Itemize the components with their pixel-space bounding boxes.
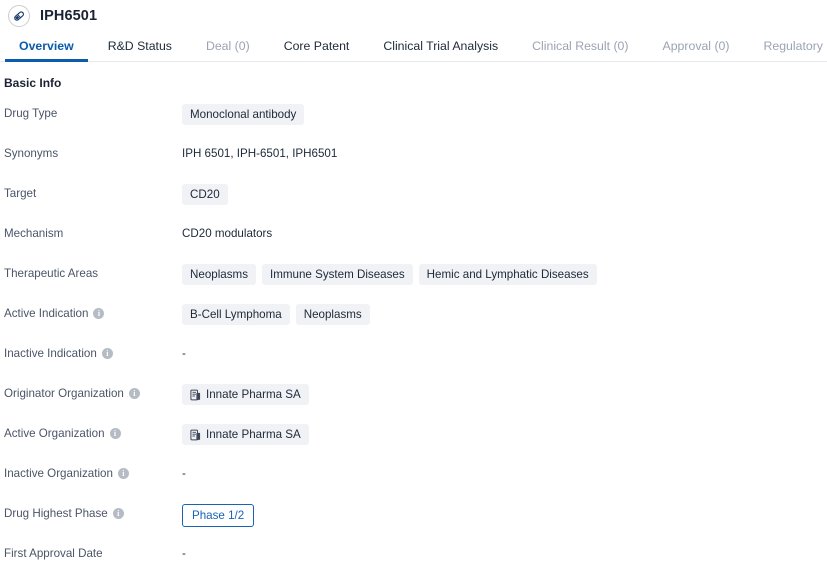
row-value-mechanism: CD20 modulators xyxy=(182,224,827,244)
tab-deal[interactable]: Deal (0) xyxy=(189,39,267,61)
info-row-inactive-organization: Inactive Organization i - xyxy=(0,464,827,504)
value-chip[interactable]: Neoplasms xyxy=(295,304,370,325)
value-chip[interactable]: Monoclonal antibody xyxy=(182,104,305,125)
row-label-inactive-indication: Inactive Indication i xyxy=(0,344,182,361)
row-label-text: Drug Highest Phase xyxy=(4,507,108,520)
info-icon[interactable]: i xyxy=(128,388,140,399)
value-chip-label: Monoclonal antibody xyxy=(190,108,297,121)
empty-value: - xyxy=(182,467,186,480)
info-row-mechanism: Mechanism CD20 modulators xyxy=(0,224,827,264)
tab-regulatory-review[interactable]: Regulatory Review (0) xyxy=(746,39,827,61)
row-label-text: Inactive Organization xyxy=(4,467,113,480)
value-text: CD20 modulators xyxy=(182,227,273,240)
row-label-text: Mechanism xyxy=(4,227,64,240)
organization-chip-label: Innate Pharma SA xyxy=(206,428,301,441)
row-label-text: Inactive Indication xyxy=(4,347,97,360)
row-value-originator-organization: Innate Pharma SA xyxy=(182,384,827,405)
row-label-target: Target xyxy=(0,184,182,201)
empty-value: - xyxy=(182,347,186,360)
tab-core-patent[interactable]: Core Patent xyxy=(267,39,367,61)
value-chip[interactable]: Neoplasms xyxy=(182,264,256,285)
drug-overview-page: IPH6501 Overview R&D Status Deal (0) Cor… xyxy=(0,0,827,576)
tab-bar: Overview R&D Status Deal (0) Core Patent… xyxy=(0,32,827,62)
row-label-text: First Approval Date xyxy=(4,547,103,560)
value-chip-label: CD20 xyxy=(190,188,220,201)
info-row-inactive-indication: Inactive Indication i - xyxy=(0,344,827,384)
organization-chip[interactable]: Innate Pharma SA xyxy=(182,424,309,445)
info-row-active-organization: Active Organization i Innate Pharma SA xyxy=(0,424,827,464)
organization-chip-label: Innate Pharma SA xyxy=(206,388,301,401)
value-chip[interactable]: B-Cell Lymphoma xyxy=(182,304,290,325)
info-row-target: Target CD20 xyxy=(0,184,827,224)
value-chip[interactable]: CD20 xyxy=(182,184,228,205)
info-row-therapeutic-areas: Therapeutic Areas Neoplasms Immune System … xyxy=(0,264,827,304)
value-chip-label: B-Cell Lymphoma xyxy=(190,308,282,321)
info-row-first-approval-date: First Approval Date - xyxy=(0,544,827,576)
tab-approval[interactable]: Approval (0) xyxy=(646,39,747,61)
row-value-first-approval-date: - xyxy=(182,544,827,564)
basic-info-rows: Drug Type Monoclonal antibody Synonyms IPH … xyxy=(0,104,827,576)
info-row-drug-type: Drug Type Monoclonal antibody xyxy=(0,104,827,144)
row-value-inactive-organization: - xyxy=(182,464,827,484)
row-label-first-approval-date: First Approval Date xyxy=(0,544,182,561)
row-value-drug-type: Monoclonal antibody xyxy=(182,104,827,125)
info-icon[interactable]: i xyxy=(101,348,113,359)
value-chip-label: Neoplasms xyxy=(303,308,362,321)
info-row-drug-highest-phase: Drug Highest Phase i Phase 1/2 xyxy=(0,504,827,544)
row-label-active-indication: Active Indication i xyxy=(0,304,182,321)
row-label-active-organization: Active Organization i xyxy=(0,424,182,441)
row-label-mechanism: Mechanism xyxy=(0,224,182,241)
row-value-therapeutic-areas: Neoplasms Immune System Diseases Hemic and… xyxy=(182,264,827,285)
info-icon[interactable]: i xyxy=(112,508,124,519)
row-label-text: Target xyxy=(4,187,37,200)
info-icon[interactable]: i xyxy=(93,308,105,319)
row-value-inactive-indication: - xyxy=(182,344,827,364)
row-label-text: Active Indication xyxy=(4,307,89,320)
building-icon xyxy=(190,389,201,401)
row-label-text: Therapeutic Areas xyxy=(4,267,99,280)
empty-value: - xyxy=(182,547,186,560)
info-row-originator-organization: Originator Organization i Innate Pharma SA xyxy=(0,384,827,424)
phase-badge[interactable]: Phase 1/2 xyxy=(182,504,255,527)
phase-badge-label: Phase 1/2 xyxy=(192,509,245,522)
row-label-originator-organization: Originator Organization i xyxy=(0,384,182,401)
section-title-basic-info: Basic Info xyxy=(4,76,62,90)
row-value-target: CD20 xyxy=(182,184,827,205)
row-label-text: Active Organization xyxy=(4,427,105,440)
page-header: IPH6501 xyxy=(0,0,827,32)
organization-chip[interactable]: Innate Pharma SA xyxy=(182,384,309,405)
overview-body: Basic Info Drug Type Monoclonal antibody S… xyxy=(0,62,827,576)
info-icon[interactable]: i xyxy=(109,428,121,439)
building-icon xyxy=(190,429,201,441)
info-icon[interactable]: i xyxy=(117,468,129,479)
row-label-inactive-organization: Inactive Organization i xyxy=(0,464,182,481)
tab-rd-status[interactable]: R&D Status xyxy=(91,39,189,61)
row-value-drug-highest-phase: Phase 1/2 xyxy=(182,504,827,527)
row-value-synonyms: IPH 6501, IPH-6501, IPH6501 xyxy=(182,144,827,164)
value-chip-label: Immune System Diseases xyxy=(270,268,405,281)
row-label-therapeutic-areas: Therapeutic Areas xyxy=(0,264,182,281)
info-row-synonyms: Synonyms IPH 6501, IPH-6501, IPH6501 xyxy=(0,144,827,184)
row-label-synonyms: Synonyms xyxy=(0,144,182,161)
row-label-text: Synonyms xyxy=(4,147,59,160)
page-title: IPH6501 xyxy=(40,8,98,24)
row-label-text: Originator Organization xyxy=(4,387,124,400)
value-chip[interactable]: Hemic and Lymphatic Diseases xyxy=(418,264,597,285)
row-label-text: Drug Type xyxy=(4,107,58,120)
capsule-icon xyxy=(8,5,30,27)
info-row-active-indication: Active Indication i B-Cell Lymphoma Neoplas… xyxy=(0,304,827,344)
value-chip[interactable]: Immune System Diseases xyxy=(262,264,413,285)
tab-overview[interactable]: Overview xyxy=(2,39,91,62)
row-label-drug-highest-phase: Drug Highest Phase i xyxy=(0,504,182,521)
value-text: IPH 6501, IPH-6501, IPH6501 xyxy=(182,147,338,160)
row-value-active-indication: B-Cell Lymphoma Neoplasms xyxy=(182,304,827,325)
tab-clinical-trial-analysis[interactable]: Clinical Trial Analysis xyxy=(366,39,515,61)
value-chip-label: Hemic and Lymphatic Diseases xyxy=(426,268,589,281)
row-label-drug-type: Drug Type xyxy=(0,104,182,121)
value-chip-label: Neoplasms xyxy=(190,268,248,281)
row-value-active-organization: Innate Pharma SA xyxy=(182,424,827,445)
tab-clinical-result[interactable]: Clinical Result (0) xyxy=(515,39,645,61)
